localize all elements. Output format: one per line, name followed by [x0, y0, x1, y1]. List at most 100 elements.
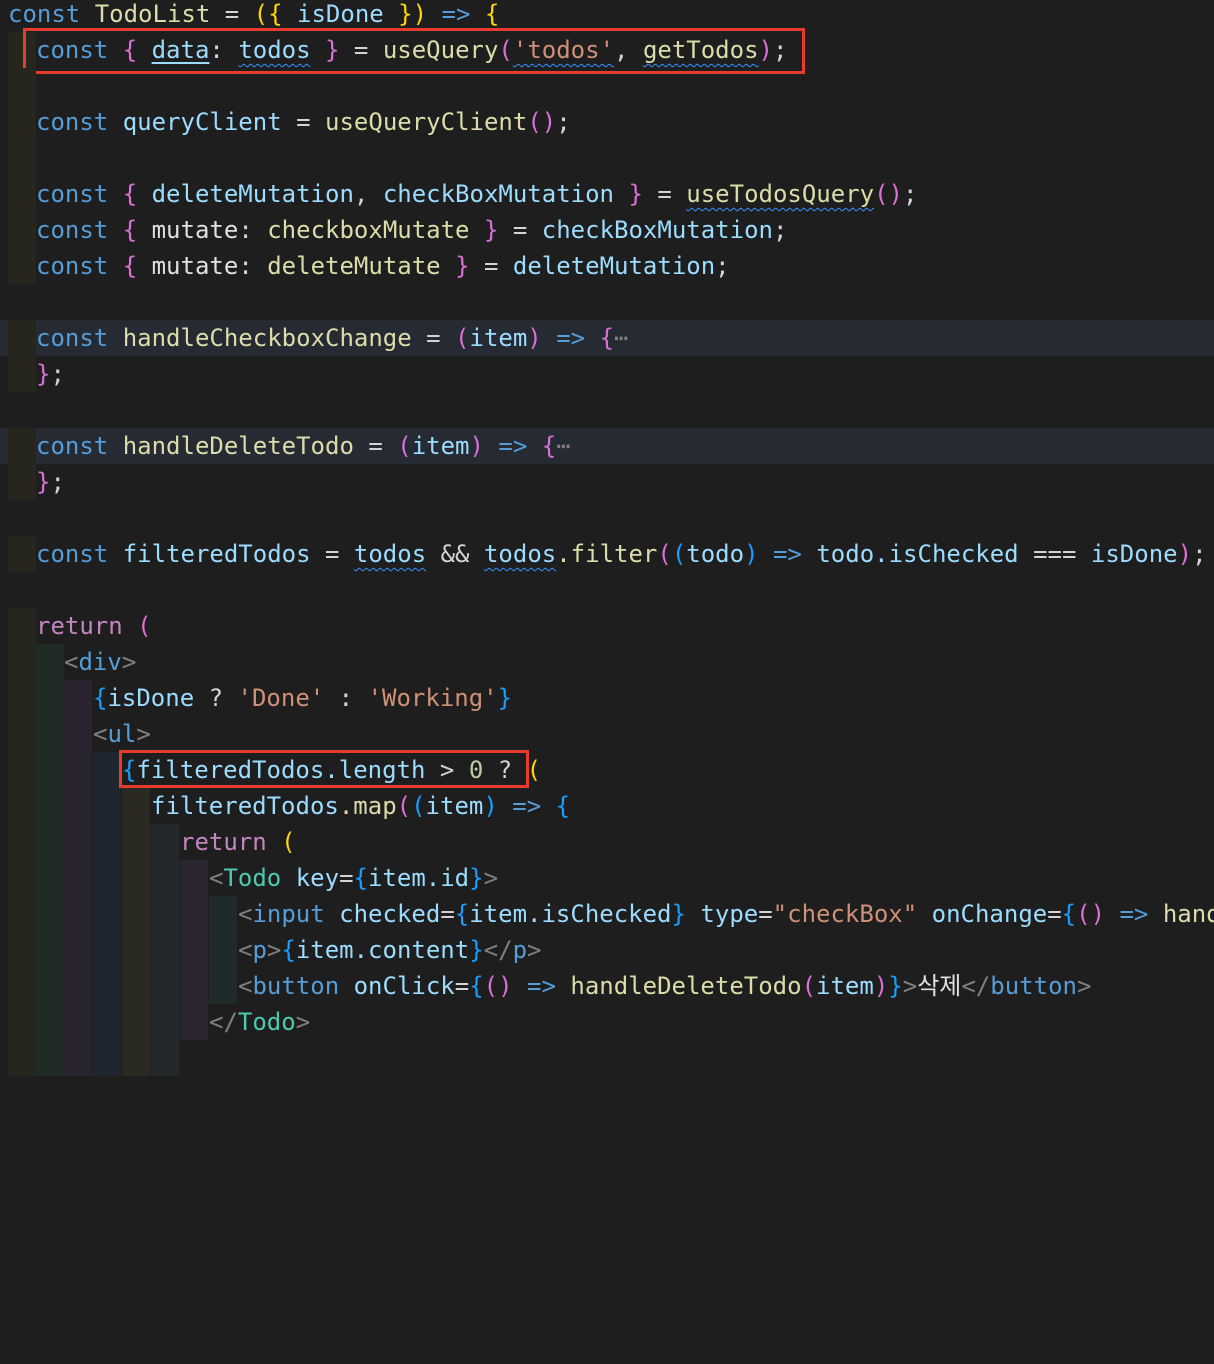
- token: (: [411, 792, 426, 820]
- code-line: </Todo>: [0, 1004, 1214, 1040]
- token: const: [36, 108, 109, 136]
- token: ): [873, 972, 889, 1000]
- token: (: [801, 972, 817, 1000]
- token: ===: [1033, 540, 1077, 568]
- token: <: [209, 864, 224, 892]
- code-line: <button onClick={() => handleDeleteTodo(…: [0, 968, 1214, 1004]
- token: .filter: [556, 540, 658, 568]
- token: (): [527, 108, 557, 136]
- code-line-folded[interactable]: const handleCheckboxChange = (item) => {…: [0, 320, 1214, 356]
- indent-guide: [180, 1004, 208, 1040]
- token: p: [512, 936, 528, 964]
- token: .map: [338, 792, 397, 820]
- token: ): [744, 540, 759, 568]
- token: </: [483, 936, 513, 964]
- fold-ellipsis-icon[interactable]: ⋯: [614, 324, 628, 352]
- token: >: [527, 936, 542, 964]
- token: ;: [772, 216, 788, 244]
- token: ;: [715, 252, 730, 280]
- token: item: [816, 972, 874, 1000]
- token: deleteMutate: [267, 252, 441, 280]
- token: ;: [556, 108, 571, 136]
- token: isDone: [1090, 540, 1178, 568]
- token: <: [238, 936, 253, 964]
- token: return: [180, 828, 267, 856]
- token: }: [671, 900, 686, 928]
- indent-guide: [209, 968, 237, 1004]
- indent-guide: [64, 896, 92, 932]
- indent-guide: [64, 968, 92, 1004]
- token: (: [396, 792, 412, 820]
- token: (: [657, 540, 672, 568]
- indent-guide: [93, 752, 121, 788]
- indent-guide: [180, 896, 208, 932]
- indent-guide: [8, 464, 36, 500]
- token: {: [122, 252, 138, 280]
- token: }: [483, 216, 499, 244]
- token: ?: [208, 684, 224, 712]
- code-line-folded[interactable]: const handleDeleteTodo = (item) => {⋯: [0, 428, 1214, 464]
- indent-guide: [8, 1040, 36, 1076]
- token: }: [36, 468, 51, 496]
- indent-guide: [36, 716, 64, 752]
- token: (): [874, 180, 904, 208]
- token: :: [338, 684, 354, 712]
- token: Todo: [237, 1008, 296, 1036]
- indent-guide: [36, 680, 64, 716]
- token: =: [325, 540, 340, 568]
- token: 'Working': [367, 684, 498, 712]
- token: queryClient: [122, 108, 282, 136]
- token: =>: [1119, 900, 1149, 928]
- token: =: [426, 324, 441, 352]
- token: Todo: [223, 864, 282, 892]
- indent-guide: [209, 896, 237, 932]
- token: item: [425, 792, 484, 820]
- token: (: [137, 612, 152, 640]
- token: ({: [253, 0, 283, 28]
- token: checkBoxMutation: [382, 180, 614, 208]
- indent-guide: [122, 896, 150, 932]
- token: <: [238, 900, 253, 928]
- token: =>: [772, 540, 802, 568]
- indent-guide: [36, 644, 64, 680]
- token: {: [484, 0, 500, 28]
- token: 'Done': [237, 684, 325, 712]
- code-line: {isDone ? 'Done' : 'Working'}: [0, 680, 1214, 716]
- indent-guide: [36, 1040, 64, 1076]
- code-line: const { mutate: deleteMutate } = deleteM…: [0, 248, 1214, 284]
- token: >: [483, 864, 499, 892]
- indent-guide: [36, 1004, 64, 1040]
- token: =: [454, 972, 470, 1000]
- token: mutate: [151, 252, 239, 280]
- token: const: [36, 324, 109, 352]
- token: isDone: [297, 0, 384, 28]
- token: =: [440, 900, 455, 928]
- indent-guide: [122, 968, 150, 1004]
- token: checkBoxMutation: [541, 216, 773, 244]
- indent-guide: [93, 932, 121, 968]
- indent-guide: [8, 752, 36, 788]
- token: </: [961, 972, 991, 1000]
- indent-guide: [8, 680, 36, 716]
- token: item.content: [295, 936, 470, 964]
- indent-guide: [8, 896, 36, 932]
- code-editor[interactable]: const TodoList = ({ isDone }) => { const…: [0, 0, 1214, 1076]
- indent-guide: [64, 932, 92, 968]
- indent-guide: [122, 824, 150, 860]
- token: :: [238, 216, 253, 244]
- token: <: [238, 972, 253, 1000]
- indent-guide: [8, 932, 36, 968]
- token: div: [78, 648, 122, 676]
- indent-guide: [36, 824, 64, 860]
- indent-guide: [151, 1004, 179, 1040]
- token: {: [122, 180, 138, 208]
- token: onChange: [931, 900, 1048, 928]
- code-line: <input checked={item.isChecked} type="ch…: [0, 896, 1214, 932]
- token: {: [599, 324, 615, 352]
- indent-guide: [8, 824, 36, 860]
- indent-guide: [93, 788, 121, 824]
- indent-guide: [8, 788, 36, 824]
- fold-ellipsis-icon[interactable]: ⋯: [556, 432, 570, 460]
